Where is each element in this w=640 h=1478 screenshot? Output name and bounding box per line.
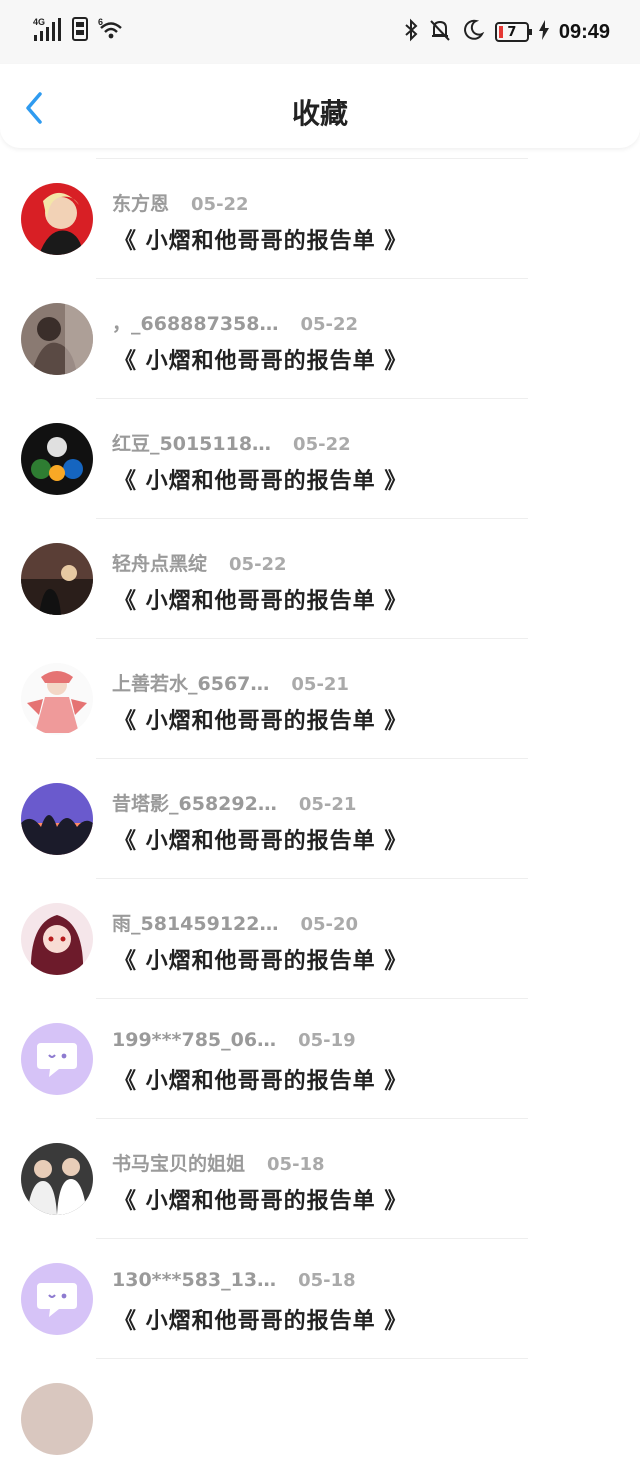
item-title: 《 小熠和他哥哥的报告单 》 [114, 349, 408, 374]
bluetooth-icon [403, 18, 419, 46]
list-item[interactable] [0, 1359, 640, 1478]
status-left: 4G 6 [32, 16, 126, 46]
user-name: 东方恩 [112, 193, 170, 215]
status-right: 7 09:49 [403, 18, 610, 46]
item-meta: 书马宝贝的姐姐 05-18 [112, 1149, 325, 1176]
chat-bubble-icon [37, 1283, 77, 1317]
chat-bubble-icon [37, 1043, 77, 1077]
signal-icon: 4G [32, 16, 62, 46]
nav-bar: 收藏 [0, 64, 640, 148]
list-item[interactable]: 红豆_5015118… 05-22 《 小熠和他哥哥的报告单 》 [0, 399, 640, 518]
user-name: 红豆_5015118… [112, 433, 272, 455]
page-title: 收藏 [291, 97, 348, 130]
item-meta: 上善若水_6567… 05-21 [112, 669, 349, 696]
avatar[interactable] [21, 783, 93, 855]
item-title: 《 小熠和他哥哥的报告单 》 [114, 1069, 408, 1094]
status-bar: 4G 6 7 09:49 [0, 0, 640, 64]
user-name: 199***785_06… [112, 1029, 277, 1051]
network-type: 4G [33, 17, 45, 27]
item-date: 05-20 [300, 914, 359, 935]
avatar[interactable] [21, 183, 93, 255]
list-item[interactable]: 雨_581459122… 05-20 《 小熠和他哥哥的报告单 》 [0, 879, 640, 998]
item-date: 05-21 [291, 674, 349, 695]
item-title: 《 小熠和他哥哥的报告单 》 [114, 709, 408, 734]
list-item[interactable]: 轻舟点黑绽 05-22 《 小熠和他哥哥的报告单 》 [0, 519, 640, 638]
user-name: 雨_581459122… [112, 913, 279, 935]
item-date: 05-18 [298, 1270, 356, 1291]
sim-icon [72, 17, 88, 45]
list-item[interactable]: ，_668887358… 05-22 《 小熠和他哥哥的报告单 》 [0, 279, 640, 398]
item-meta: 昔塔影_658292… 05-21 [112, 789, 356, 816]
avatar[interactable] [21, 303, 93, 375]
item-title: 《 小熠和他哥哥的报告单 》 [114, 589, 408, 614]
item-meta: 轻舟点黑绽 05-22 [112, 549, 287, 576]
item-meta: ，_668887358… 05-22 [112, 309, 358, 336]
avatar[interactable] [21, 663, 93, 735]
item-date: 05-18 [267, 1154, 325, 1175]
list-item[interactable]: 130***583_13… 05-18 《 小熠和他哥哥的报告单 》 [0, 1239, 640, 1358]
item-date: 05-22 [293, 434, 351, 455]
list-item[interactable]: 昔塔影_658292… 05-21 《 小熠和他哥哥的报告单 》 [0, 759, 640, 878]
clock: 09:49 [558, 20, 610, 43]
item-title: 《 小熠和他哥哥的报告单 》 [114, 1189, 408, 1214]
avatar[interactable] [21, 1023, 93, 1095]
list-item[interactable]: 东方恩 05-22 《 小熠和他哥哥的报告单 》 [0, 159, 640, 278]
item-title: 《 小熠和他哥哥的报告单 》 [114, 1309, 408, 1334]
item-date: 05-22 [300, 314, 359, 335]
item-date: 05-21 [298, 794, 357, 815]
avatar[interactable] [21, 423, 93, 495]
list-item[interactable]: 书马宝贝的姐姐 05-18 《 小熠和他哥哥的报告单 》 [0, 1119, 640, 1238]
item-meta: 东方恩 05-22 [112, 189, 249, 216]
avatar[interactable] [21, 1143, 93, 1215]
avatar[interactable] [21, 903, 93, 975]
item-title: 《 小熠和他哥哥的报告单 》 [114, 949, 408, 974]
item-title: 《 小熠和他哥哥的报告单 》 [114, 469, 408, 494]
item-title: 《 小熠和他哥哥的报告单 》 [114, 229, 408, 254]
item-meta: 130***583_13… 05-18 [112, 1269, 356, 1291]
item-date: 05-22 [191, 194, 249, 215]
avatar[interactable] [21, 543, 93, 615]
mute-bell-icon [429, 18, 451, 46]
wifi-icon: 6 [98, 17, 126, 45]
user-name: ，_668887358… [112, 313, 279, 335]
item-title: 《 小熠和他哥哥的报告单 》 [114, 829, 408, 854]
charging-icon [538, 20, 549, 44]
user-name: 上善若水_6567… [112, 673, 270, 695]
item-meta: 199***785_06… 05-19 [112, 1029, 356, 1051]
battery-indicator: 7 [494, 22, 532, 42]
item-meta: 红豆_5015118… 05-22 [112, 429, 351, 456]
user-name: 轻舟点黑绽 [112, 553, 208, 575]
user-name: 书马宝贝的姐姐 [112, 1153, 246, 1175]
moon-icon [461, 18, 485, 46]
item-meta: 雨_581459122… 05-20 [112, 909, 358, 936]
list-item[interactable]: 上善若水_6567… 05-21 《 小熠和他哥哥的报告单 》 [0, 639, 640, 758]
item-date: 05-19 [298, 1030, 356, 1051]
battery-level: 7 [507, 24, 517, 40]
list-item[interactable]: 199***785_06… 05-19 《 小熠和他哥哥的报告单 》 [0, 999, 640, 1118]
avatar[interactable] [21, 1383, 93, 1455]
user-name: 昔塔影_658292… [112, 793, 277, 815]
favorites-list: 东方恩 05-22 《 小熠和他哥哥的报告单 》 ，_668887358… 05… [0, 158, 640, 1478]
item-date: 05-22 [229, 554, 287, 575]
avatar[interactable] [21, 1263, 93, 1335]
user-name: 130***583_13… [112, 1269, 277, 1291]
